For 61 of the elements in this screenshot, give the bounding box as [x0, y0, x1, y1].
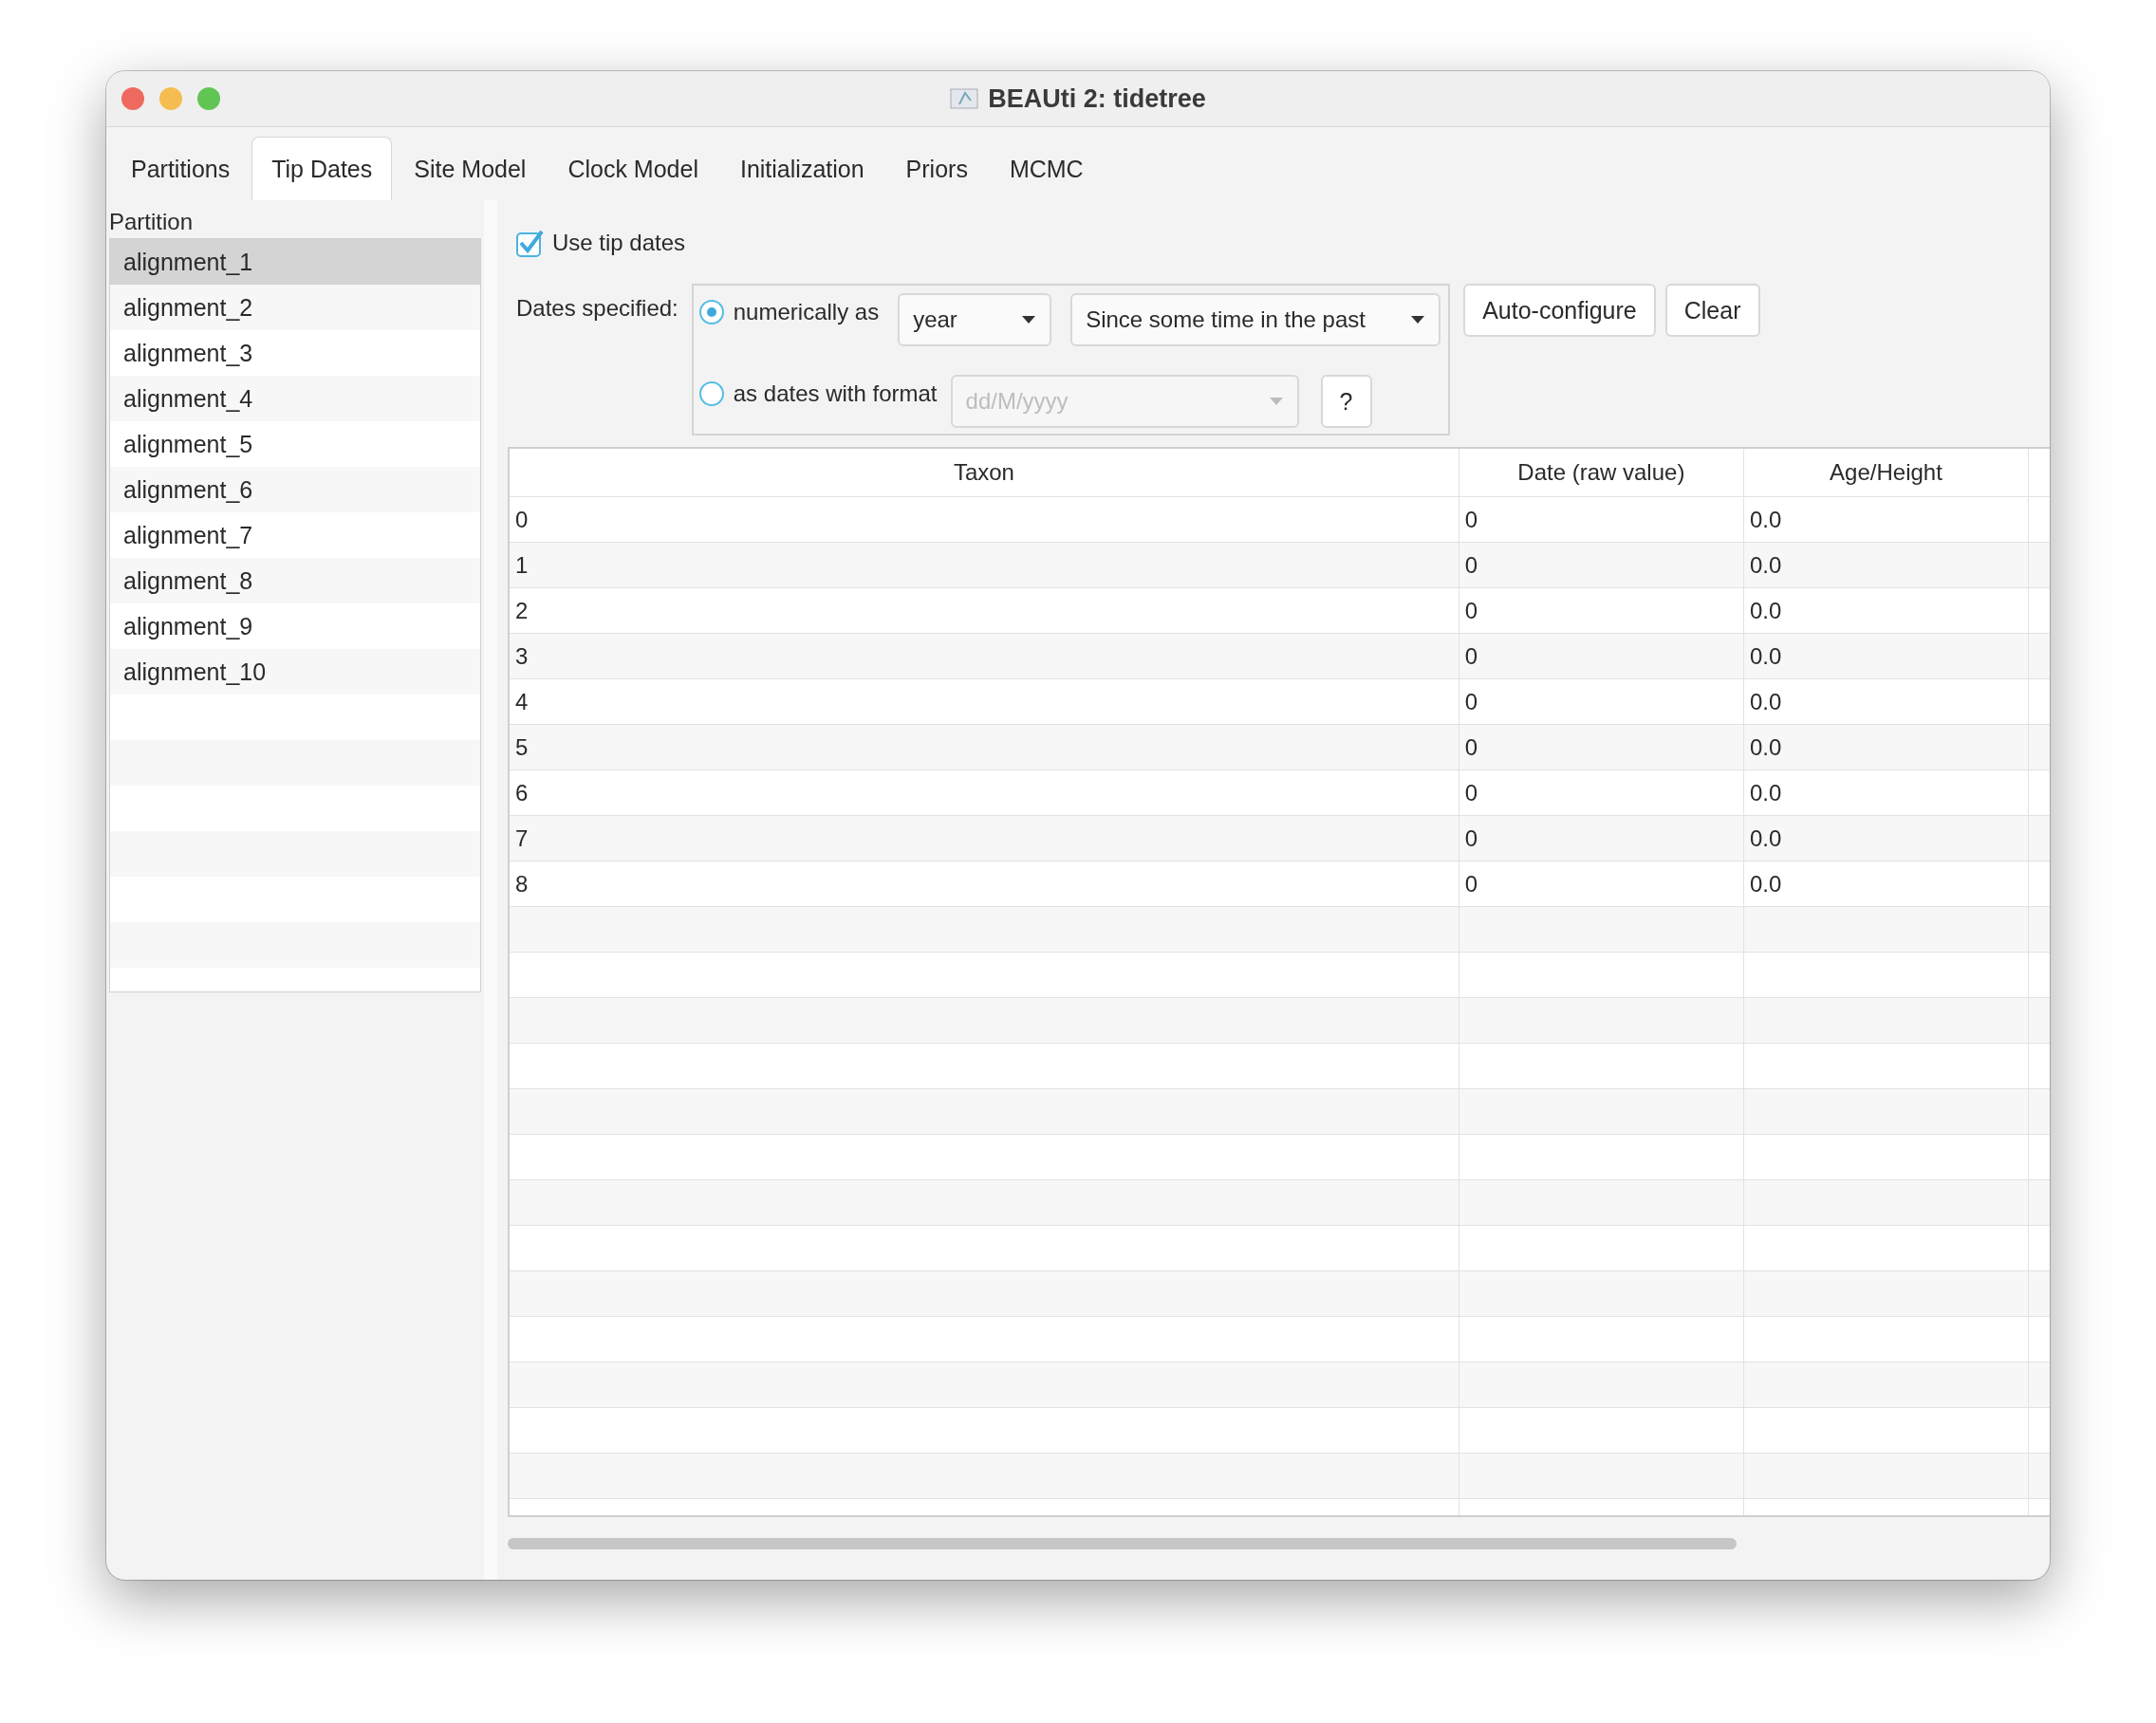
scrollbar[interactable]: [508, 1538, 1737, 1549]
tab[interactable]: Initialization: [719, 137, 884, 200]
table-cell: 0.0: [1743, 724, 2029, 770]
table-cell: 0: [510, 496, 1459, 543]
table-cell: 1: [510, 542, 1459, 588]
table-cell: 0: [1459, 496, 1744, 543]
tab[interactable]: Priors: [885, 137, 988, 200]
table-cell: 0: [1459, 633, 1744, 679]
table-cell: 3: [510, 633, 1459, 679]
radio-button[interactable]: [698, 300, 724, 324]
column-header[interactable]: Age/Height: [1743, 449, 2029, 497]
list-item[interactable]: alignment_1: [110, 239, 480, 285]
close-button[interactable]: [121, 87, 144, 110]
caret-icon: [1268, 397, 1284, 406]
table-cell: 0: [1459, 769, 1744, 816]
table-cell: 0: [1459, 815, 1744, 862]
table-cell: 0.0: [1743, 633, 2029, 679]
action-button[interactable]: Auto-configure: [1463, 284, 1656, 337]
dates-specified-label: Dates specified:: [516, 295, 678, 322]
table-cell: 0.0: [1743, 678, 2029, 725]
table-cell: 0.0: [1743, 496, 2029, 543]
table-cell: 0: [1459, 861, 1744, 907]
column-header[interactable]: Date (raw value): [1459, 449, 1744, 497]
reference-dropdown[interactable]: Since some time in the past: [1070, 293, 1441, 346]
table-cell: 0: [1459, 587, 1744, 634]
table-cell: 0.0: [1743, 861, 2029, 907]
table-cell: 0.0: [1743, 587, 2029, 634]
tab[interactable]: Partitions: [111, 137, 251, 200]
column-header[interactable]: Taxon: [510, 449, 1459, 497]
tab[interactable]: MCMC: [989, 137, 1104, 200]
minimize-button[interactable]: [159, 87, 182, 110]
caret-icon: [1410, 315, 1426, 324]
table-cell: 0.0: [1743, 542, 2029, 588]
table-cell: 2: [510, 587, 1459, 634]
table-cell: 8: [510, 861, 1459, 907]
list-header: Partition: [109, 208, 195, 236]
app-icon: [950, 87, 979, 110]
table-cell: 6: [510, 769, 1459, 816]
list-item[interactable]: alignment_7: [110, 512, 480, 558]
unit-dropdown[interactable]: year: [898, 293, 1052, 346]
tab[interactable]: Clock Model: [548, 137, 718, 200]
table-cell: 5: [510, 724, 1459, 770]
tab[interactable]: Tip Dates: [251, 137, 393, 200]
list-item[interactable]: alignment_5: [110, 421, 480, 467]
action-button[interactable]: Clear: [1664, 284, 1760, 337]
table-cell: 0: [1459, 724, 1744, 770]
caret-icon: [1021, 315, 1037, 324]
list-item[interactable]: alignment_3: [110, 330, 480, 376]
checkbox-label: Use tip dates: [552, 230, 686, 256]
table-cell: 4: [510, 678, 1459, 725]
radio-label: numerically as: [733, 299, 880, 325]
zoom-button[interactable]: [197, 87, 220, 110]
table-cell: 0.0: [1743, 769, 2029, 816]
radio-label: as dates with format: [733, 380, 938, 407]
table-cell: 0: [1459, 542, 1744, 588]
table-cell: 7: [510, 815, 1459, 862]
table-cell: 0: [1459, 678, 1744, 725]
table-cell: 0.0: [1743, 815, 2029, 862]
list-item[interactable]: alignment_9: [110, 603, 480, 649]
tab[interactable]: Site Model: [394, 137, 547, 200]
window-title: BEAUti 2: tidetree: [988, 83, 1206, 114]
